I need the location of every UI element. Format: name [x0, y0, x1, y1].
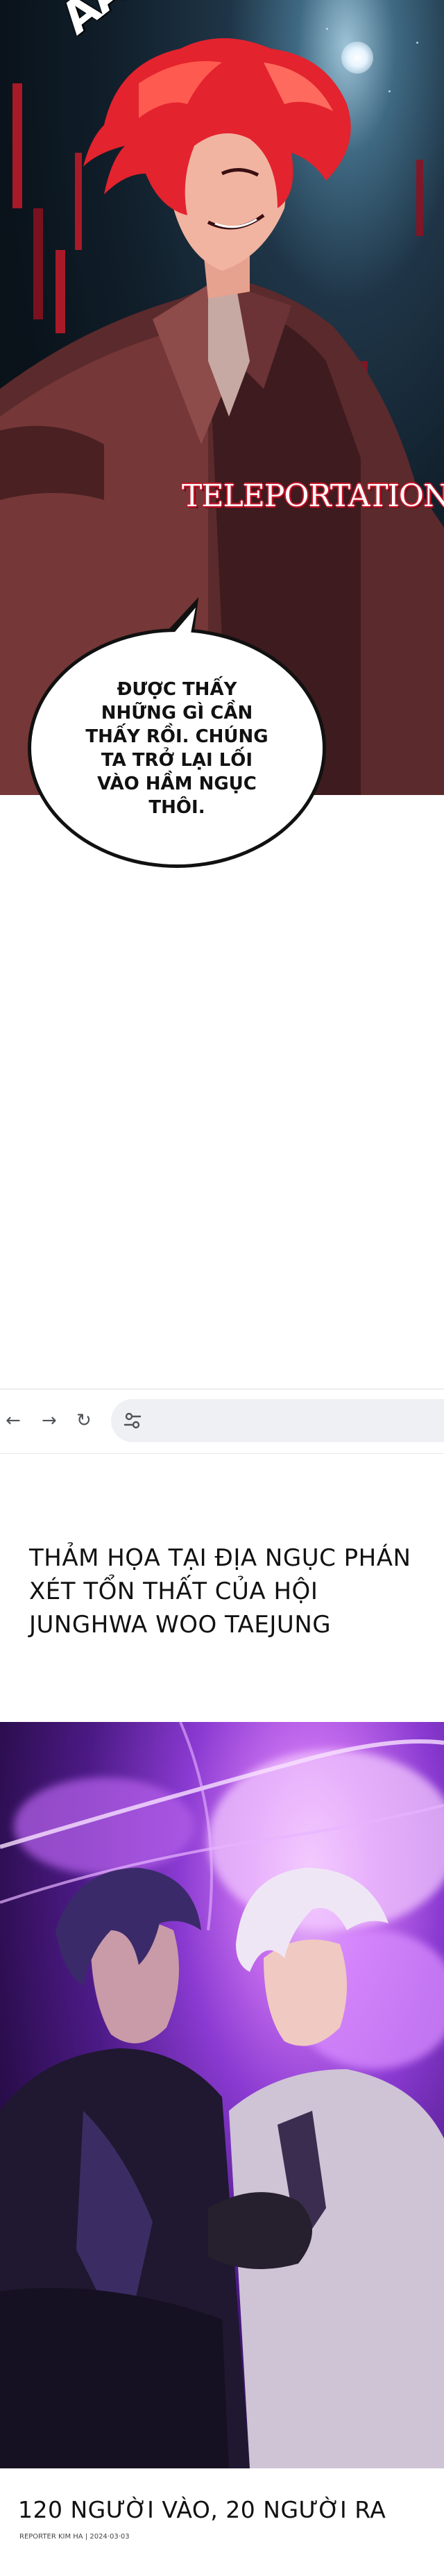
two-characters-illustration [0, 1722, 444, 2468]
reporter-credit: REPORTER KIM HA | 2024·03·03 [19, 2533, 130, 2541]
speech-bubble: ĐƯỢC THẤY NHỮNG GÌ CẦN THẤY RỒI. CHÚNG T… [28, 628, 326, 868]
speech-bubble-text: ĐƯỢC THẤY NHỮNG GÌ CẦN THẤY RỒI. CHÚNG T… [85, 678, 268, 818]
teleportation-title: TELEPORTATION [182, 478, 444, 514]
comic-panel-survivors [0, 1722, 444, 2468]
tune-icon[interactable] [123, 1411, 142, 1430]
forward-icon[interactable]: → [42, 1410, 57, 1431]
news-headline: THẢM HỌA TẠI ĐỊA NGỤC PHÁN XÉT TỔN THẤT … [29, 1544, 411, 1639]
address-bar[interactable] [111, 1399, 444, 1442]
browser-toolbar: ← → ↻ [0, 1389, 444, 1454]
reload-icon[interactable]: ↻ [76, 1410, 92, 1431]
news-subheadline: 120 NGƯỜI VÀO, 20 NGƯỜI RA [18, 2496, 386, 2523]
back-icon[interactable]: ← [6, 1410, 21, 1431]
